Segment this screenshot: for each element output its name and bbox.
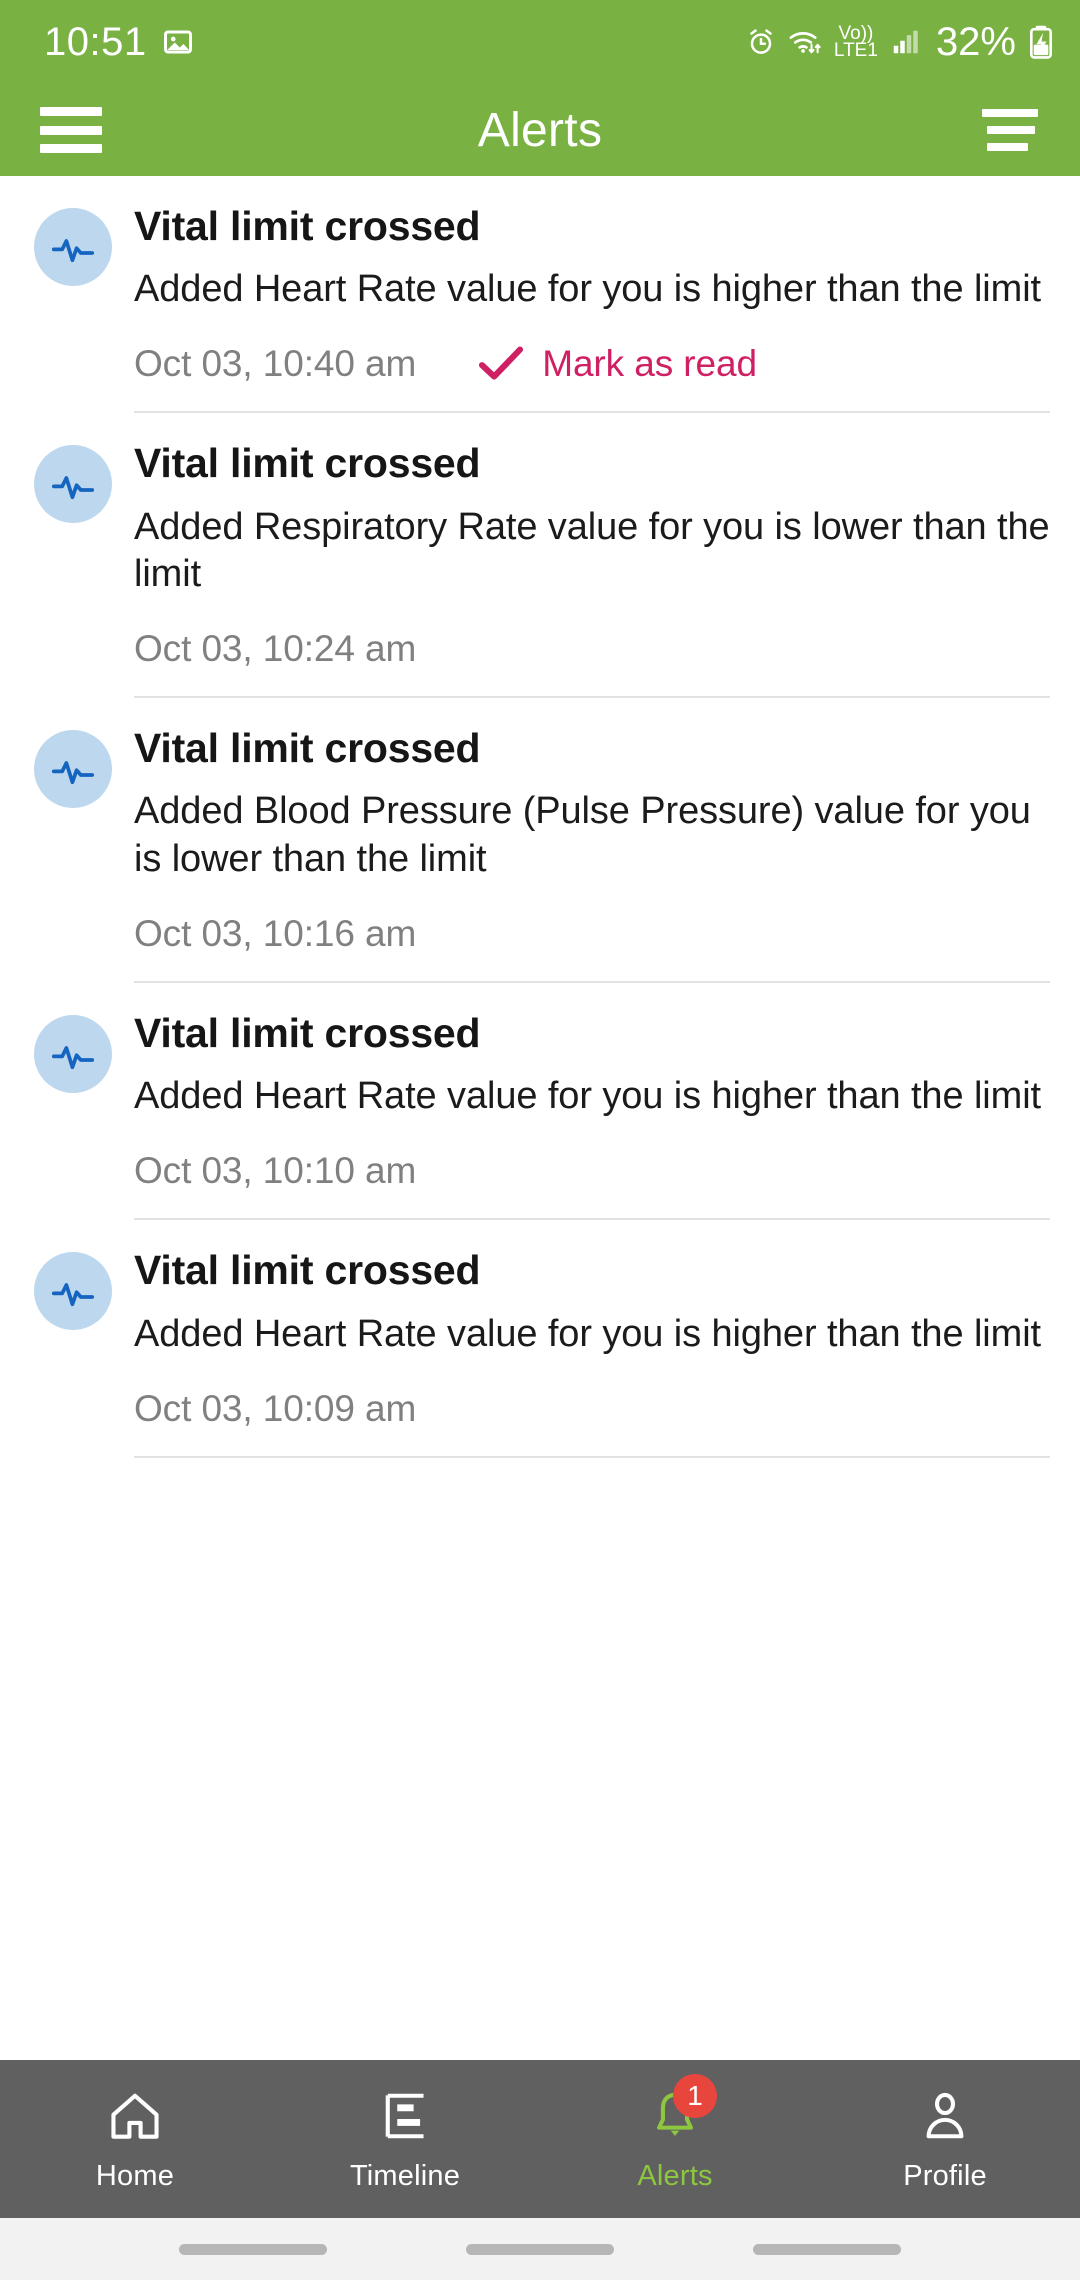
alert-timestamp: Oct 03, 10:09 am xyxy=(134,1387,417,1429)
mark-as-read-label: Mark as read xyxy=(542,343,757,385)
status-bar-left: 10:51 xyxy=(44,22,193,62)
alert-title: Vital limit crossed xyxy=(134,203,481,249)
list-item[interactable]: Vital limit crossed Added Blood Pressure… xyxy=(0,698,1080,983)
image-icon xyxy=(163,27,193,57)
system-gesture-bar xyxy=(0,2218,1080,2280)
alert-title: Vital limit crossed xyxy=(134,725,481,772)
bell-icon: 1 xyxy=(647,2073,717,2146)
avatar xyxy=(34,1252,112,1331)
status-bar-clock: 10:51 xyxy=(44,20,147,64)
nav-item-home[interactable]: Home xyxy=(0,2060,270,2218)
wifi-icon xyxy=(788,27,822,57)
gesture-pill[interactable] xyxy=(179,2243,328,2255)
alert-meta-row: Oct 03, 10:40 am Mark as read xyxy=(134,335,1050,393)
alerts-list[interactable]: Vital limit crossed Added Heart Rate val… xyxy=(0,176,1080,2060)
alert-timestamp: Oct 03, 10:40 am xyxy=(134,343,417,385)
list-divider xyxy=(134,1455,1050,1458)
battery-charging-icon xyxy=(1028,25,1054,59)
list-item-body: Vital limit crossed Added Heart Rate val… xyxy=(134,1246,1050,1458)
status-bar: 10:51 Vo)) LTE1 32% xyxy=(0,0,1080,84)
nav-label-home: Home xyxy=(95,2159,175,2192)
nav-item-alerts[interactable]: 1 Alerts xyxy=(540,2060,810,2218)
app-screen: 10:51 Vo)) LTE1 32% Alerts Vital limit c… xyxy=(0,0,1080,2280)
list-item-body: Vital limit crossed Added Respiratory Ra… xyxy=(134,439,1050,699)
list-item[interactable]: Vital limit crossed Added Respiratory Ra… xyxy=(0,413,1080,699)
bottom-navigation-bar: Home Timeline 1 Alerts Profile xyxy=(0,2060,1080,2218)
avatar xyxy=(34,1014,112,1093)
gesture-pill[interactable] xyxy=(465,2243,614,2255)
person-icon xyxy=(917,2086,973,2146)
vitals-pulse-icon xyxy=(49,223,97,271)
vitals-pulse-icon xyxy=(49,1030,97,1078)
nav-label-profile: Profile xyxy=(903,2159,987,2192)
list-divider xyxy=(134,1218,1050,1221)
alert-meta-row: Oct 03, 10:10 am xyxy=(134,1142,1050,1200)
list-divider xyxy=(134,411,1050,414)
volte-label-bottom: LTE1 xyxy=(833,40,878,61)
alarm-icon xyxy=(746,27,776,57)
volte-icon: Vo)) LTE1 xyxy=(834,24,878,60)
home-icon xyxy=(107,2086,163,2146)
nav-label-alerts: Alerts xyxy=(637,2159,713,2192)
battery-percent-label: 32% xyxy=(935,20,1016,64)
timeline-icon xyxy=(377,2086,433,2146)
nav-label-timeline: Timeline xyxy=(349,2159,461,2192)
avatar xyxy=(34,730,112,809)
avatar xyxy=(34,445,112,524)
vitals-pulse-icon xyxy=(49,460,97,508)
alert-timestamp: Oct 03, 10:24 am xyxy=(134,628,417,670)
alert-title: Vital limit crossed xyxy=(134,440,481,487)
alert-meta-row: Oct 03, 10:09 am xyxy=(134,1380,1050,1438)
list-item[interactable]: Vital limit crossed Added Heart Rate val… xyxy=(0,1220,1080,1458)
alert-timestamp: Oct 03, 10:10 am xyxy=(134,1150,417,1192)
list-divider xyxy=(134,696,1050,699)
status-bar-right: Vo)) LTE1 32% xyxy=(746,22,1054,62)
alert-meta-row: Oct 03, 10:24 am xyxy=(134,620,1050,678)
mark-as-read-button[interactable]: Mark as read xyxy=(478,343,757,385)
list-item-body: Vital limit crossed Added Blood Pressure… xyxy=(134,724,1050,983)
gesture-pill[interactable] xyxy=(752,2243,901,2255)
nav-item-profile[interactable]: Profile xyxy=(810,2060,1080,2218)
page-title: Alerts xyxy=(477,103,603,157)
alert-timestamp: Oct 03, 10:16 am xyxy=(134,912,417,954)
sort-bar xyxy=(982,109,1038,117)
list-item[interactable]: Vital limit crossed Added Heart Rate val… xyxy=(0,983,1080,1221)
check-icon xyxy=(478,345,524,383)
alert-title: Vital limit crossed xyxy=(134,1247,481,1294)
alert-description: Added Blood Pressure (Pulse Pressure) va… xyxy=(134,790,1031,880)
alert-title: Vital limit crossed xyxy=(134,1009,481,1056)
sort-bar xyxy=(986,143,1028,151)
alert-description: Added Heart Rate value for you is higher… xyxy=(134,1312,1042,1355)
sort-filter-icon[interactable] xyxy=(982,109,1038,151)
vitals-pulse-icon xyxy=(49,745,97,793)
app-header: Alerts xyxy=(0,84,1080,176)
signal-icon xyxy=(890,27,920,57)
nav-item-timeline[interactable]: Timeline xyxy=(270,2060,540,2218)
alert-description: Added Respiratory Rate value for you is … xyxy=(134,505,1050,595)
sort-bar xyxy=(986,126,1035,134)
list-item[interactable]: Vital limit crossed Added Heart Rate val… xyxy=(0,176,1080,414)
alert-description: Added Heart Rate value for you is higher… xyxy=(134,1075,1042,1118)
alerts-badge: 1 xyxy=(673,2073,717,2118)
list-item-body: Vital limit crossed Added Heart Rate val… xyxy=(134,1009,1050,1221)
alert-description: Added Heart Rate value for you is higher… xyxy=(134,268,1042,311)
list-item-body: Vital limit crossed Added Heart Rate val… xyxy=(134,202,1050,414)
vitals-pulse-icon xyxy=(49,1267,97,1315)
list-divider xyxy=(134,980,1050,983)
avatar xyxy=(34,208,112,286)
alert-meta-row: Oct 03, 10:16 am xyxy=(134,905,1050,963)
